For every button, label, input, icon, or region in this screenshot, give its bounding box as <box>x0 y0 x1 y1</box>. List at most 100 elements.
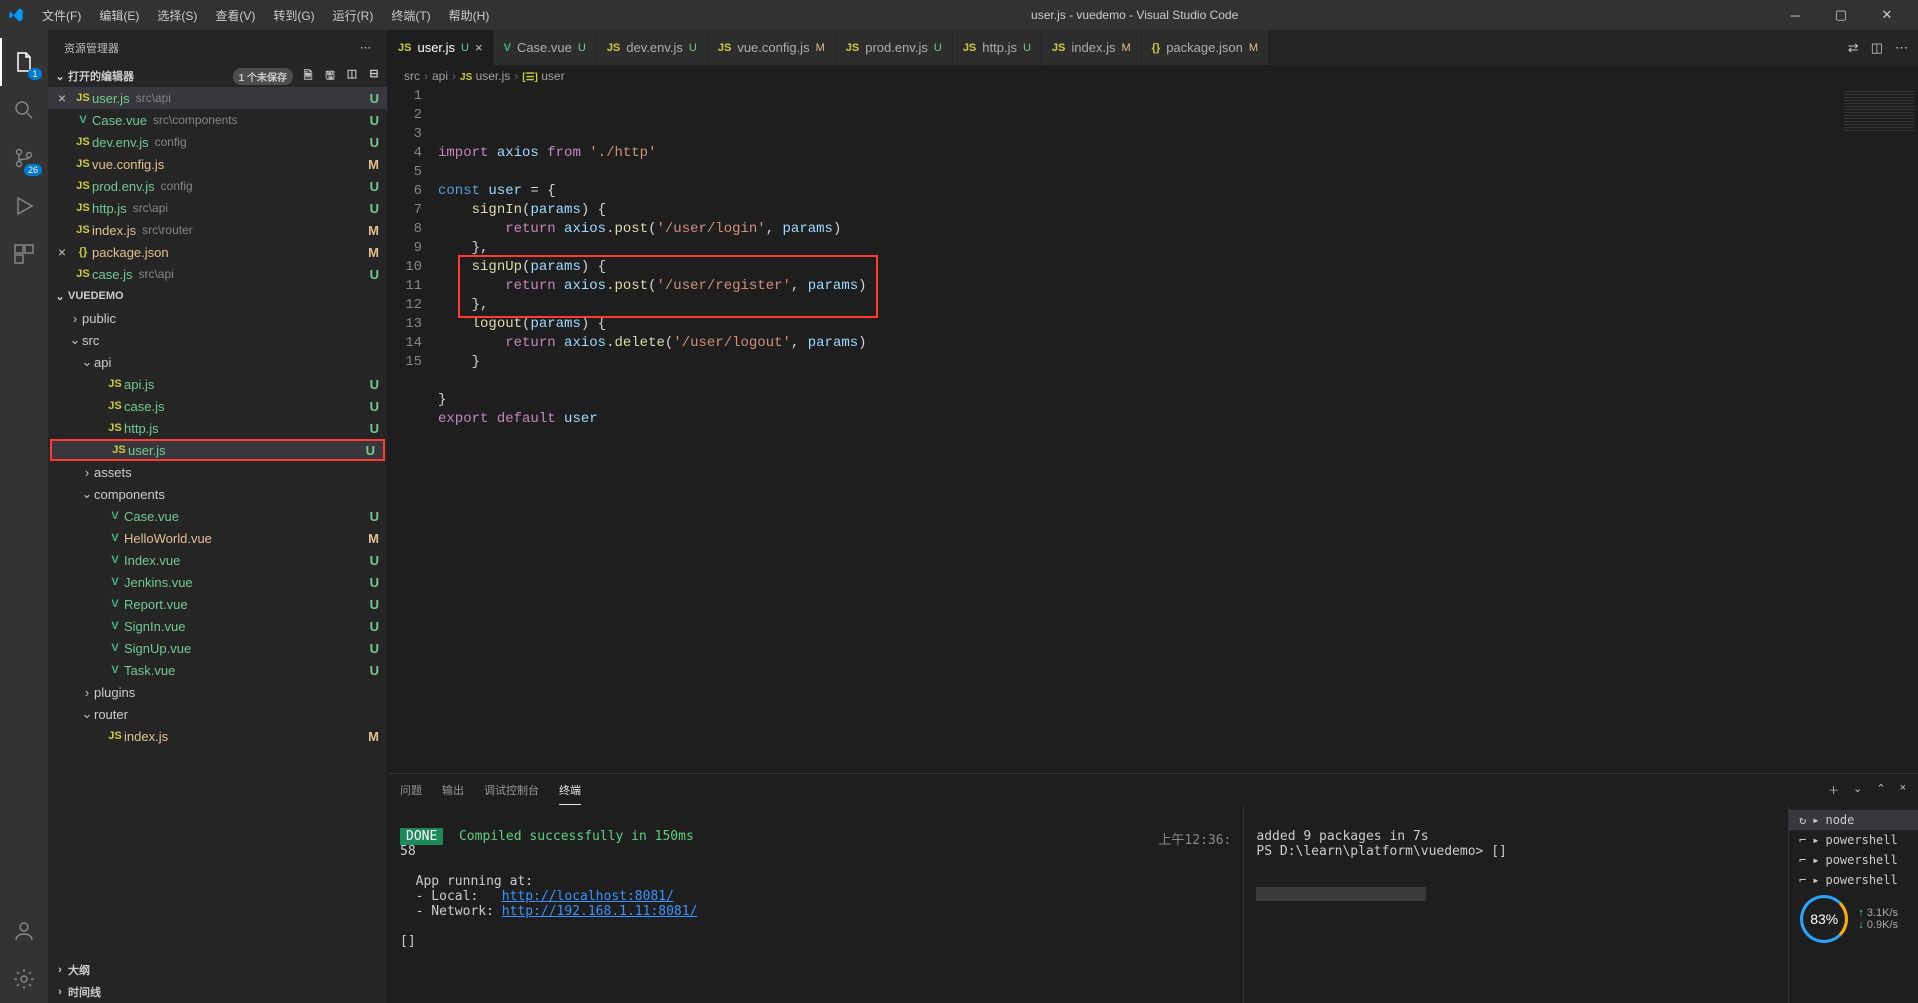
new-file-icon[interactable]: 🗎 <box>299 67 317 86</box>
open-editor-item[interactable]: ×JSvue.config.jsM <box>48 153 387 175</box>
file-item[interactable]: VJenkins.vueU <box>48 571 387 593</box>
new-terminal-icon[interactable]: ＋ <box>1828 782 1839 798</box>
file-item[interactable]: VCase.vueU <box>48 505 387 527</box>
timeline-header[interactable]: › 时间线 <box>48 981 387 1003</box>
file-item[interactable]: JSuser.jsU <box>50 439 385 461</box>
chevron-down-icon[interactable]: ⌄ <box>1853 782 1862 798</box>
open-editor-item[interactable]: ×JSindex.jssrc\routerM <box>48 219 387 241</box>
activity-extensions[interactable] <box>0 230 48 278</box>
project-header[interactable]: ⌄ VUEDEMO <box>48 285 387 307</box>
file-item[interactable]: VTask.vueU <box>48 659 387 681</box>
menu-item[interactable]: 帮助(H) <box>441 3 498 28</box>
activity-explorer[interactable]: 1 <box>0 38 48 86</box>
close-icon[interactable]: × <box>52 244 72 260</box>
panel-tab[interactable]: 问题 <box>400 776 422 804</box>
file-item[interactable]: JSindex.jsM <box>48 725 387 747</box>
file-icon: {} <box>74 246 92 258</box>
breadcrumb-item[interactable]: src <box>404 69 420 83</box>
activity-settings[interactable] <box>0 955 48 1003</box>
file-item[interactable]: VSignUp.vueU <box>48 637 387 659</box>
code-lines[interactable]: import axios from './http' const user = … <box>438 87 1918 773</box>
editor-tab[interactable]: JSdev.env.jsU <box>597 30 708 65</box>
maximize-panel-icon[interactable]: ⌃ <box>1876 782 1885 798</box>
sidebar-more-icon[interactable]: ⋯ <box>360 41 371 54</box>
open-editor-item[interactable]: ×JSdev.env.jsconfigU <box>48 131 387 153</box>
terminal-item[interactable]: ⌐▸powershell <box>1789 870 1918 890</box>
minimize-button[interactable]: ─ <box>1772 0 1818 30</box>
file-icon: JS <box>398 42 411 54</box>
open-editor-item[interactable]: ×JScase.jssrc\apiU <box>48 263 387 285</box>
open-editor-item[interactable]: ×JSprod.env.jsconfigU <box>48 175 387 197</box>
breadcrumb-item[interactable]: JS user.js <box>460 69 510 83</box>
editor-tab[interactable]: VCase.vueU <box>494 30 597 65</box>
activity-account[interactable] <box>0 907 48 955</box>
local-url-link[interactable]: http://localhost:8081/ <box>502 889 674 904</box>
git-status: U <box>689 42 697 54</box>
close-icon[interactable]: × <box>475 40 483 55</box>
editor-tab[interactable]: JSuser.jsU× <box>388 30 494 65</box>
file-item[interactable]: VHelloWorld.vueM <box>48 527 387 549</box>
terminal-right[interactable]: added 9 packages in 7s PS D:\learn\platf… <box>1243 806 1788 1003</box>
folder-item[interactable]: ›plugins <box>48 681 387 703</box>
folder-item[interactable]: ⌄router <box>48 703 387 725</box>
panel-tab[interactable]: 输出 <box>442 776 464 804</box>
open-editor-item[interactable]: ×VCase.vuesrc\componentsU <box>48 109 387 131</box>
panel-tab[interactable]: 调试控制台 <box>484 776 539 804</box>
file-item[interactable]: JSapi.jsU <box>48 373 387 395</box>
menu-item[interactable]: 选择(S) <box>149 3 205 28</box>
close-all-icon[interactable]: ⊟ <box>365 67 383 86</box>
minimap[interactable] <box>1818 87 1918 773</box>
file-item[interactable]: JScase.jsU <box>48 395 387 417</box>
folder-item[interactable]: ⌄components <box>48 483 387 505</box>
menu-item[interactable]: 终端(T) <box>383 3 438 28</box>
folder-item[interactable]: ⌄src <box>48 329 387 351</box>
folder-item[interactable]: ›assets <box>48 461 387 483</box>
file-path: src\components <box>153 113 238 127</box>
editor-tab[interactable]: {}package.jsonM <box>1142 30 1269 65</box>
split-icon[interactable]: ◫ <box>1871 40 1883 56</box>
terminal-item[interactable]: ↻▸node <box>1789 810 1918 830</box>
network-url-link[interactable]: http://192.168.1.11:8081/ <box>502 904 698 919</box>
activity-debug[interactable] <box>0 182 48 230</box>
save-all-icon[interactable]: 🖫 <box>321 67 339 86</box>
breadcrumb-item[interactable]: api <box>432 69 448 83</box>
breadcrumb[interactable]: src›api›JS user.js›[☰] user <box>388 65 1918 87</box>
editor-tab[interactable]: JSindex.jsM <box>1042 30 1142 65</box>
maximize-button[interactable]: ▢ <box>1818 0 1864 30</box>
file-item[interactable]: VSignIn.vueU <box>48 615 387 637</box>
layout-icon[interactable]: ◫ <box>343 67 361 86</box>
open-editor-item[interactable]: ×{}package.jsonM <box>48 241 387 263</box>
menu-item[interactable]: 文件(F) <box>34 3 89 28</box>
file-item[interactable]: JShttp.jsU <box>48 417 387 439</box>
terminal-left[interactable]: DONE Compiled successfully in 150ms上午12:… <box>388 806 1243 1003</box>
open-editor-item[interactable]: ×JShttp.jssrc\apiU <box>48 197 387 219</box>
close-icon[interactable]: × <box>52 90 72 106</box>
menu-item[interactable]: 运行(R) <box>325 3 382 28</box>
panel-tab[interactable]: 终端 <box>559 776 581 805</box>
scm-badge: 26 <box>24 164 42 176</box>
menu-item[interactable]: 编辑(E) <box>91 3 147 28</box>
open-editor-item[interactable]: ×JSuser.jssrc\apiU <box>48 87 387 109</box>
git-status: U <box>370 113 379 128</box>
editor-tab[interactable]: JShttp.jsU <box>953 30 1042 65</box>
outline-header[interactable]: › 大纲 <box>48 959 387 981</box>
terminal-item[interactable]: ⌐▸powershell <box>1789 850 1918 870</box>
activity-scm[interactable]: 26 <box>0 134 48 182</box>
breadcrumb-item[interactable]: [☰] user <box>522 69 564 83</box>
menu-item[interactable]: 查看(V) <box>207 3 263 28</box>
editor-tab[interactable]: JSprod.env.jsU <box>836 30 953 65</box>
activity-search[interactable] <box>0 86 48 134</box>
folder-item[interactable]: ›public <box>48 307 387 329</box>
code-editor[interactable]: 123456789101112131415 import axios from … <box>388 87 1918 773</box>
close-button[interactable]: ✕ <box>1864 0 1910 30</box>
more-icon[interactable]: ⋯ <box>1895 40 1908 56</box>
terminal-item[interactable]: ⌐▸powershell <box>1789 830 1918 850</box>
file-item[interactable]: VReport.vueU <box>48 593 387 615</box>
compare-icon[interactable]: ⇄ <box>1848 40 1859 56</box>
close-panel-icon[interactable]: × <box>1900 782 1906 798</box>
open-editors-header[interactable]: ⌄ 打开的编辑器 1 个未保存 🗎 🖫 ◫ ⊟ <box>48 65 387 87</box>
menu-item[interactable]: 转到(G) <box>265 3 322 28</box>
folder-item[interactable]: ⌄api <box>48 351 387 373</box>
file-item[interactable]: VIndex.vueU <box>48 549 387 571</box>
editor-tab[interactable]: JSvue.config.jsM <box>708 30 836 65</box>
